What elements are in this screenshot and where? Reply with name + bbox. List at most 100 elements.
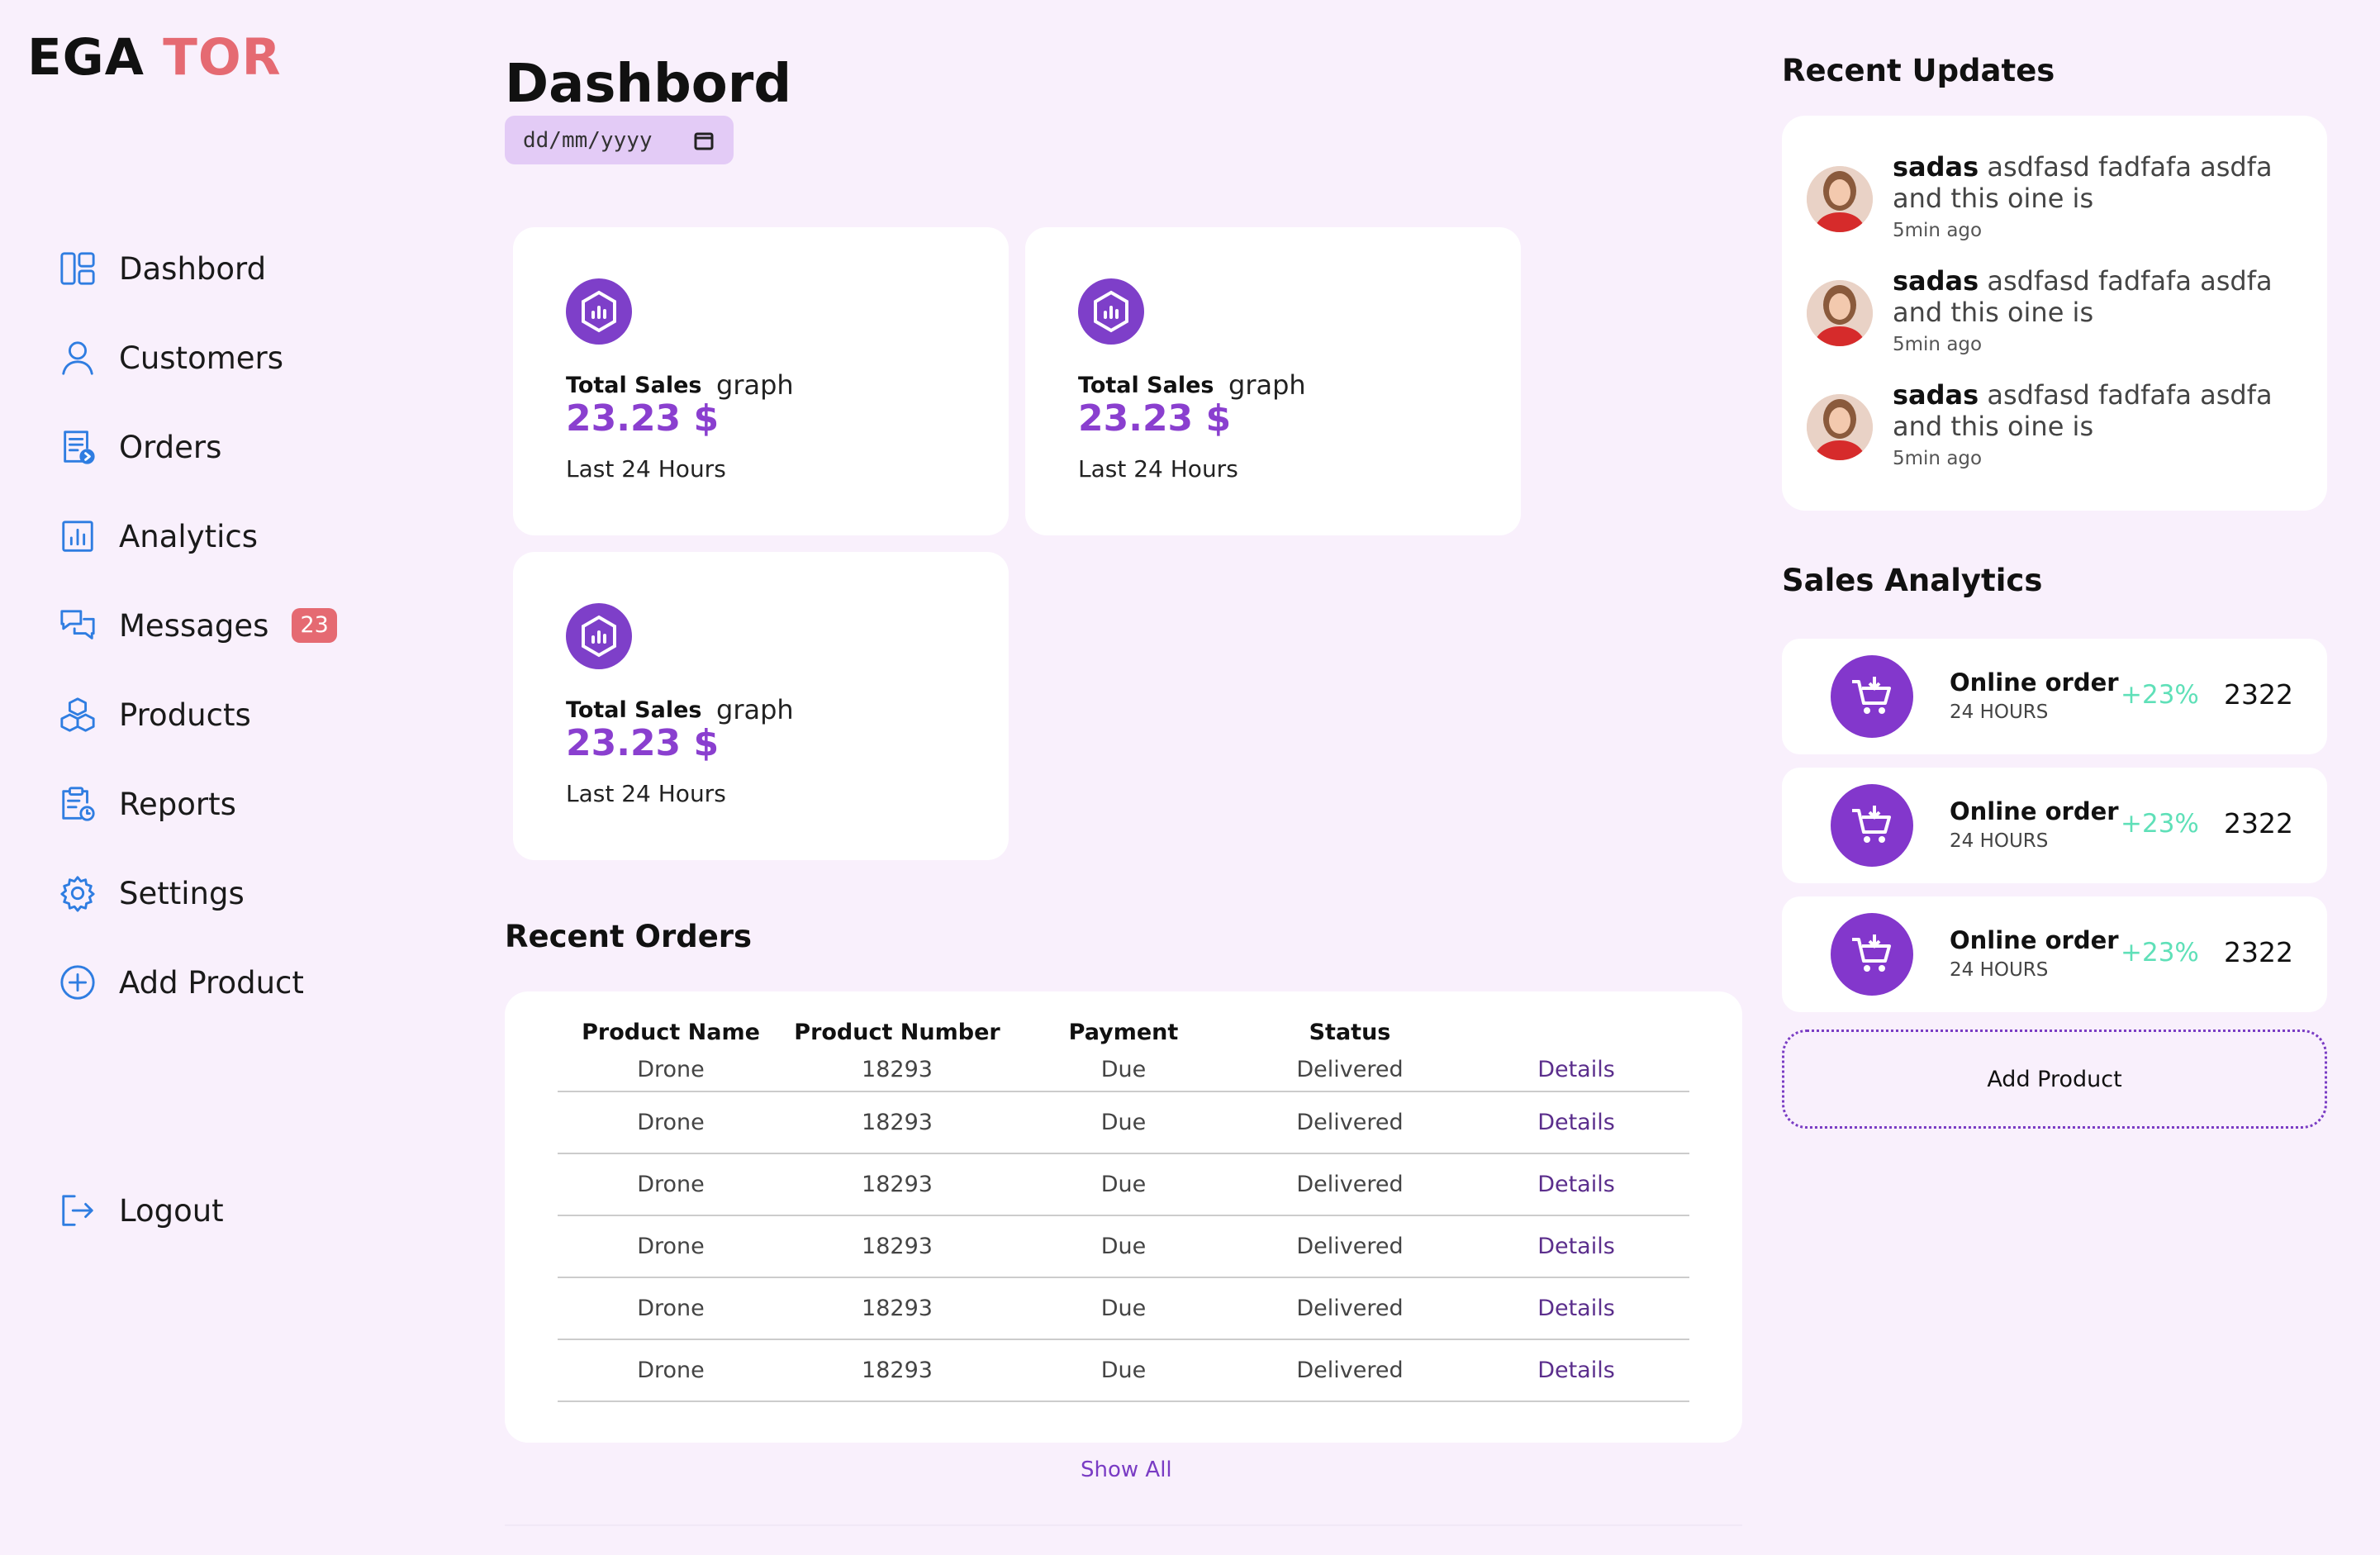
- date-placeholder: dd/mm/yyyy: [523, 127, 653, 153]
- sales-analytics-item: Online order 24 HOURS +23% 2322: [1782, 639, 2327, 754]
- update-message: sadas asdfasd fadfafa asdfa and this oin…: [1893, 151, 2306, 214]
- analytics-change: +23%: [2121, 680, 2199, 710]
- plus-circle-icon: [58, 963, 97, 1002]
- analytics-value: 2322: [2224, 936, 2293, 968]
- update-author: sadas: [1893, 379, 1979, 411]
- product-number: 18293: [784, 1048, 1010, 1092]
- sidebar-item-customers[interactable]: Customers: [58, 329, 283, 387]
- column-header-empty: [1463, 1016, 1689, 1048]
- sidebar-item-label: Analytics: [119, 518, 259, 554]
- analytics-title: Online order: [1950, 668, 2119, 697]
- sidebar-item-label: Messages: [119, 607, 269, 644]
- messages-icon: [58, 606, 97, 645]
- sidebar-item-label: Products: [119, 697, 251, 733]
- payment: Due: [1010, 1277, 1237, 1340]
- details-link[interactable]: Details: [1463, 1277, 1689, 1340]
- stat-period: Last 24 Hours: [566, 455, 726, 483]
- logout-button[interactable]: Logout: [58, 1182, 224, 1239]
- logo-part1: EGA: [27, 28, 145, 87]
- show-all-link[interactable]: Show All: [1081, 1458, 1172, 1482]
- product-number: 18293: [784, 1091, 1010, 1154]
- column-header: Status: [1309, 1019, 1391, 1045]
- product-name: Drone: [558, 1215, 784, 1278]
- page-title: Dashbord: [505, 54, 792, 115]
- sales-analytics-item: Online order 24 HOURS +23% 2322: [1782, 768, 2327, 883]
- status: Delivered: [1237, 1215, 1463, 1278]
- status: Delivered: [1237, 1091, 1463, 1154]
- sidebar-item-settings[interactable]: Settings: [58, 864, 245, 922]
- sales-analytics-item: Online order 24 HOURS +23% 2322: [1782, 896, 2327, 1012]
- date-input[interactable]: dd/mm/yyyy: [505, 116, 734, 164]
- column-header: Product Name: [582, 1019, 760, 1045]
- update-time: 5min ago: [1893, 448, 1983, 469]
- product-number: 18293: [784, 1277, 1010, 1340]
- cart-icon: [1831, 784, 1913, 867]
- analytics-value: 2322: [2224, 678, 2293, 711]
- product-name: Drone: [558, 1339, 784, 1402]
- details-link[interactable]: Details: [1463, 1215, 1689, 1278]
- product-number: 18293: [784, 1153, 1010, 1216]
- orders-icon: [58, 427, 97, 467]
- product-name: Drone: [558, 1091, 784, 1154]
- stat-graph: graph: [716, 369, 794, 401]
- analytics-period: 24 HOURS: [1950, 830, 2049, 852]
- update-item: sadas asdfasd fadfafa asdfa and this oin…: [1807, 379, 2311, 478]
- status: Delivered: [1237, 1153, 1463, 1216]
- avatar: [1807, 280, 1873, 346]
- logout-label: Logout: [119, 1192, 224, 1229]
- calendar-icon[interactable]: [692, 129, 715, 152]
- analytics-period: 24 HOURS: [1950, 701, 2049, 723]
- product-number: 18293: [784, 1339, 1010, 1402]
- analytics-change: +23%: [2121, 938, 2199, 968]
- add-product-button[interactable]: Add Product: [1782, 1030, 2327, 1129]
- analytics-title: Online order: [1950, 926, 2119, 954]
- column-header: Payment: [1068, 1019, 1179, 1045]
- update-message: sadas asdfasd fadfafa asdfa and this oin…: [1893, 265, 2306, 328]
- table-header-row: Product Name Product Number Payment Stat…: [558, 1016, 1689, 1048]
- sales-analytics-title: Sales Analytics: [1782, 563, 2043, 598]
- table-row: Drone 18293 Due Delivered Details: [558, 1215, 1689, 1278]
- sidebar-item-products[interactable]: Products: [58, 686, 251, 744]
- dashboard-icon: [58, 249, 97, 288]
- sidebar-item-messages[interactable]: Messages 23: [58, 597, 337, 654]
- logout-icon: [58, 1191, 97, 1230]
- payment: Due: [1010, 1153, 1237, 1216]
- column-header: Product Number: [794, 1019, 1000, 1045]
- table-row: Drone 18293 Due Delivered Details: [558, 1048, 1689, 1092]
- update-author: sadas: [1893, 151, 1979, 183]
- chart-badge-icon: [1078, 278, 1144, 345]
- sidebar-item-reports[interactable]: Reports: [58, 775, 236, 833]
- cart-icon: [1831, 913, 1913, 996]
- sidebar-item-label: Dashbord: [119, 250, 267, 287]
- product-name: Drone: [558, 1048, 784, 1092]
- boxes-icon: [58, 695, 97, 735]
- stat-amount: 23.23 $: [566, 722, 720, 764]
- avatar: [1807, 394, 1873, 460]
- sidebar-item-dashboard[interactable]: Dashbord: [58, 240, 266, 297]
- analytics-value: 2322: [2224, 807, 2293, 839]
- sidebar-item-add-product[interactable]: Add Product: [58, 953, 304, 1011]
- sidebar-item-label: Add Product: [119, 964, 304, 1001]
- stat-amount: 23.23 $: [1078, 397, 1232, 440]
- stat-amount: 23.23 $: [566, 397, 720, 440]
- details-link[interactable]: Details: [1463, 1048, 1689, 1092]
- table-row: Drone 18293 Due Delivered Details: [558, 1277, 1689, 1340]
- update-item: sadas asdfasd fadfafa asdfa and this oin…: [1807, 265, 2311, 364]
- details-link[interactable]: Details: [1463, 1339, 1689, 1402]
- analytics-icon: [58, 516, 97, 556]
- product-number: 18293: [784, 1215, 1010, 1278]
- status: Delivered: [1237, 1048, 1463, 1092]
- chart-badge-icon: [566, 603, 632, 669]
- sidebar-item-label: Orders: [119, 429, 222, 465]
- chart-badge-icon: [566, 278, 632, 345]
- sidebar-item-analytics[interactable]: Analytics: [58, 507, 258, 565]
- product-name: Drone: [558, 1153, 784, 1216]
- product-name: Drone: [558, 1277, 784, 1340]
- sidebar-item-orders[interactable]: Orders: [58, 418, 221, 476]
- details-link[interactable]: Details: [1463, 1091, 1689, 1154]
- details-link[interactable]: Details: [1463, 1153, 1689, 1216]
- orders-table-card: Product Name Product Number Payment Stat…: [505, 991, 1742, 1443]
- analytics-title: Online order: [1950, 797, 2119, 825]
- table-row: Drone 18293 Due Delivered Details: [558, 1339, 1689, 1402]
- recent-orders-title: Recent Orders: [505, 919, 753, 954]
